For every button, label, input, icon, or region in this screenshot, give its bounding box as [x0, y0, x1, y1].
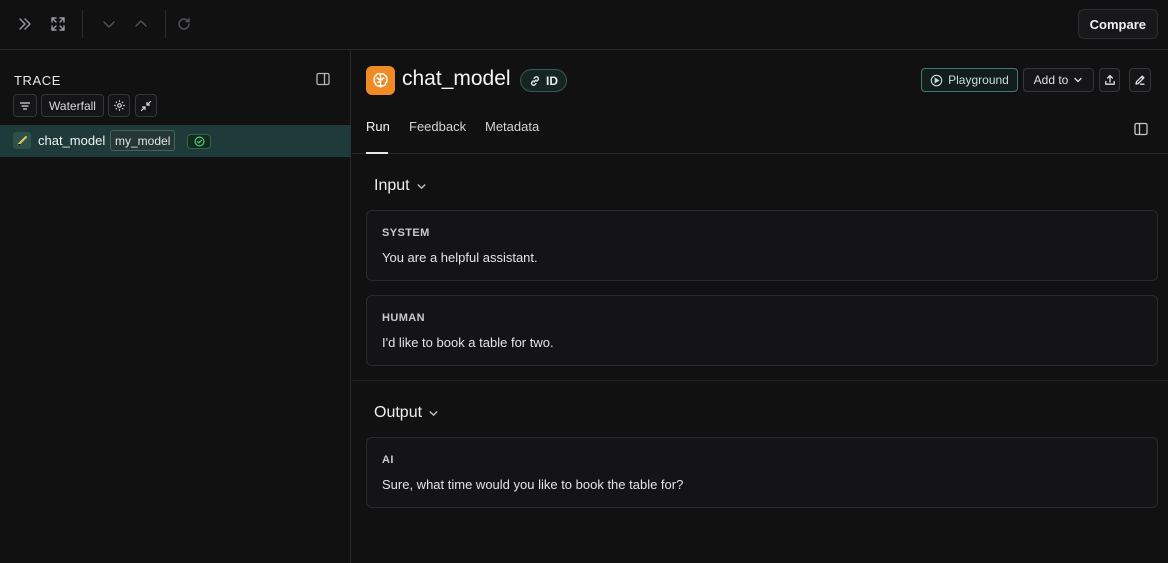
message-role: SYSTEM [382, 227, 430, 239]
toolbar-divider [82, 10, 83, 38]
id-label: ID [546, 73, 558, 88]
top-toolbar: Compare [0, 0, 1168, 50]
compare-button[interactable]: Compare [1077, 9, 1158, 39]
brain-icon [366, 66, 395, 95]
refresh-icon[interactable] [172, 12, 196, 36]
run-tabs: Run Feedback Metadata [352, 110, 1168, 154]
chevrons-right-icon[interactable] [13, 12, 37, 36]
message-role: HUMAN [382, 312, 425, 324]
trace-row-tag: my_model [110, 130, 176, 151]
message-text: Sure, what time would you like to book t… [382, 477, 684, 492]
view-mode-button[interactable]: Waterfall [41, 94, 104, 117]
output-section-toggle[interactable]: Output [374, 404, 439, 422]
section-divider [352, 380, 1168, 381]
collapse-button[interactable] [135, 94, 157, 117]
play-circle-icon [930, 74, 943, 87]
settings-button[interactable] [108, 94, 130, 117]
pencil-icon [1134, 74, 1146, 86]
gear-icon [113, 99, 126, 112]
active-tab-indicator [366, 152, 388, 154]
chevron-up-icon[interactable] [129, 12, 153, 36]
system-message-card: SYSTEM You are a helpful assistant. [366, 210, 1158, 281]
toolbar-divider [165, 10, 166, 38]
message-role: AI [382, 454, 394, 466]
chevron-down-icon [1073, 75, 1083, 85]
tab-run[interactable]: Run [366, 119, 390, 134]
chat-model-icon [13, 132, 31, 149]
trace-row-name: chat_model [38, 133, 106, 148]
input-section-toggle[interactable]: Input [374, 177, 427, 195]
edit-button[interactable] [1129, 68, 1151, 92]
sidebar-toggle-icon[interactable] [316, 72, 330, 86]
link-icon [529, 75, 541, 87]
filter-icon [19, 100, 31, 112]
trace-panel: TRACE Waterfall chat_model my_model [0, 51, 351, 563]
trace-panel-title: TRACE [14, 73, 62, 88]
filter-button[interactable] [13, 94, 37, 117]
expand-icon[interactable] [46, 12, 70, 36]
check-circle-icon [194, 136, 205, 147]
export-button[interactable] [1099, 68, 1120, 92]
playground-label: Playground [948, 73, 1009, 87]
chevron-down-icon[interactable] [97, 12, 121, 36]
output-section-title: Output [374, 404, 423, 421]
tab-metadata[interactable]: Metadata [485, 119, 539, 134]
upload-icon [1104, 74, 1116, 86]
add-to-label: Add to [1033, 73, 1069, 87]
input-section-title: Input [374, 177, 410, 194]
sidebar-toggle-icon[interactable] [1134, 122, 1148, 136]
chevron-down-icon [428, 408, 439, 419]
message-text: I'd like to book a table for two. [382, 335, 554, 350]
ai-message-card: AI Sure, what time would you like to boo… [366, 437, 1158, 508]
run-title: chat_model [402, 67, 511, 90]
tab-feedback[interactable]: Feedback [409, 119, 466, 134]
collapse-icon [140, 100, 152, 112]
playground-button[interactable]: Playground [921, 68, 1018, 92]
success-status-badge [187, 134, 211, 149]
copy-id-button[interactable]: ID [520, 69, 567, 92]
run-detail-panel: chat_model ID Playground Add to Run Feed… [352, 51, 1168, 563]
add-to-button[interactable]: Add to [1023, 68, 1094, 92]
human-message-card: HUMAN I'd like to book a table for two. [366, 295, 1158, 366]
trace-row[interactable]: chat_model my_model [0, 125, 351, 157]
chevron-down-icon [416, 181, 427, 192]
message-text: You are a helpful assistant. [382, 250, 538, 265]
